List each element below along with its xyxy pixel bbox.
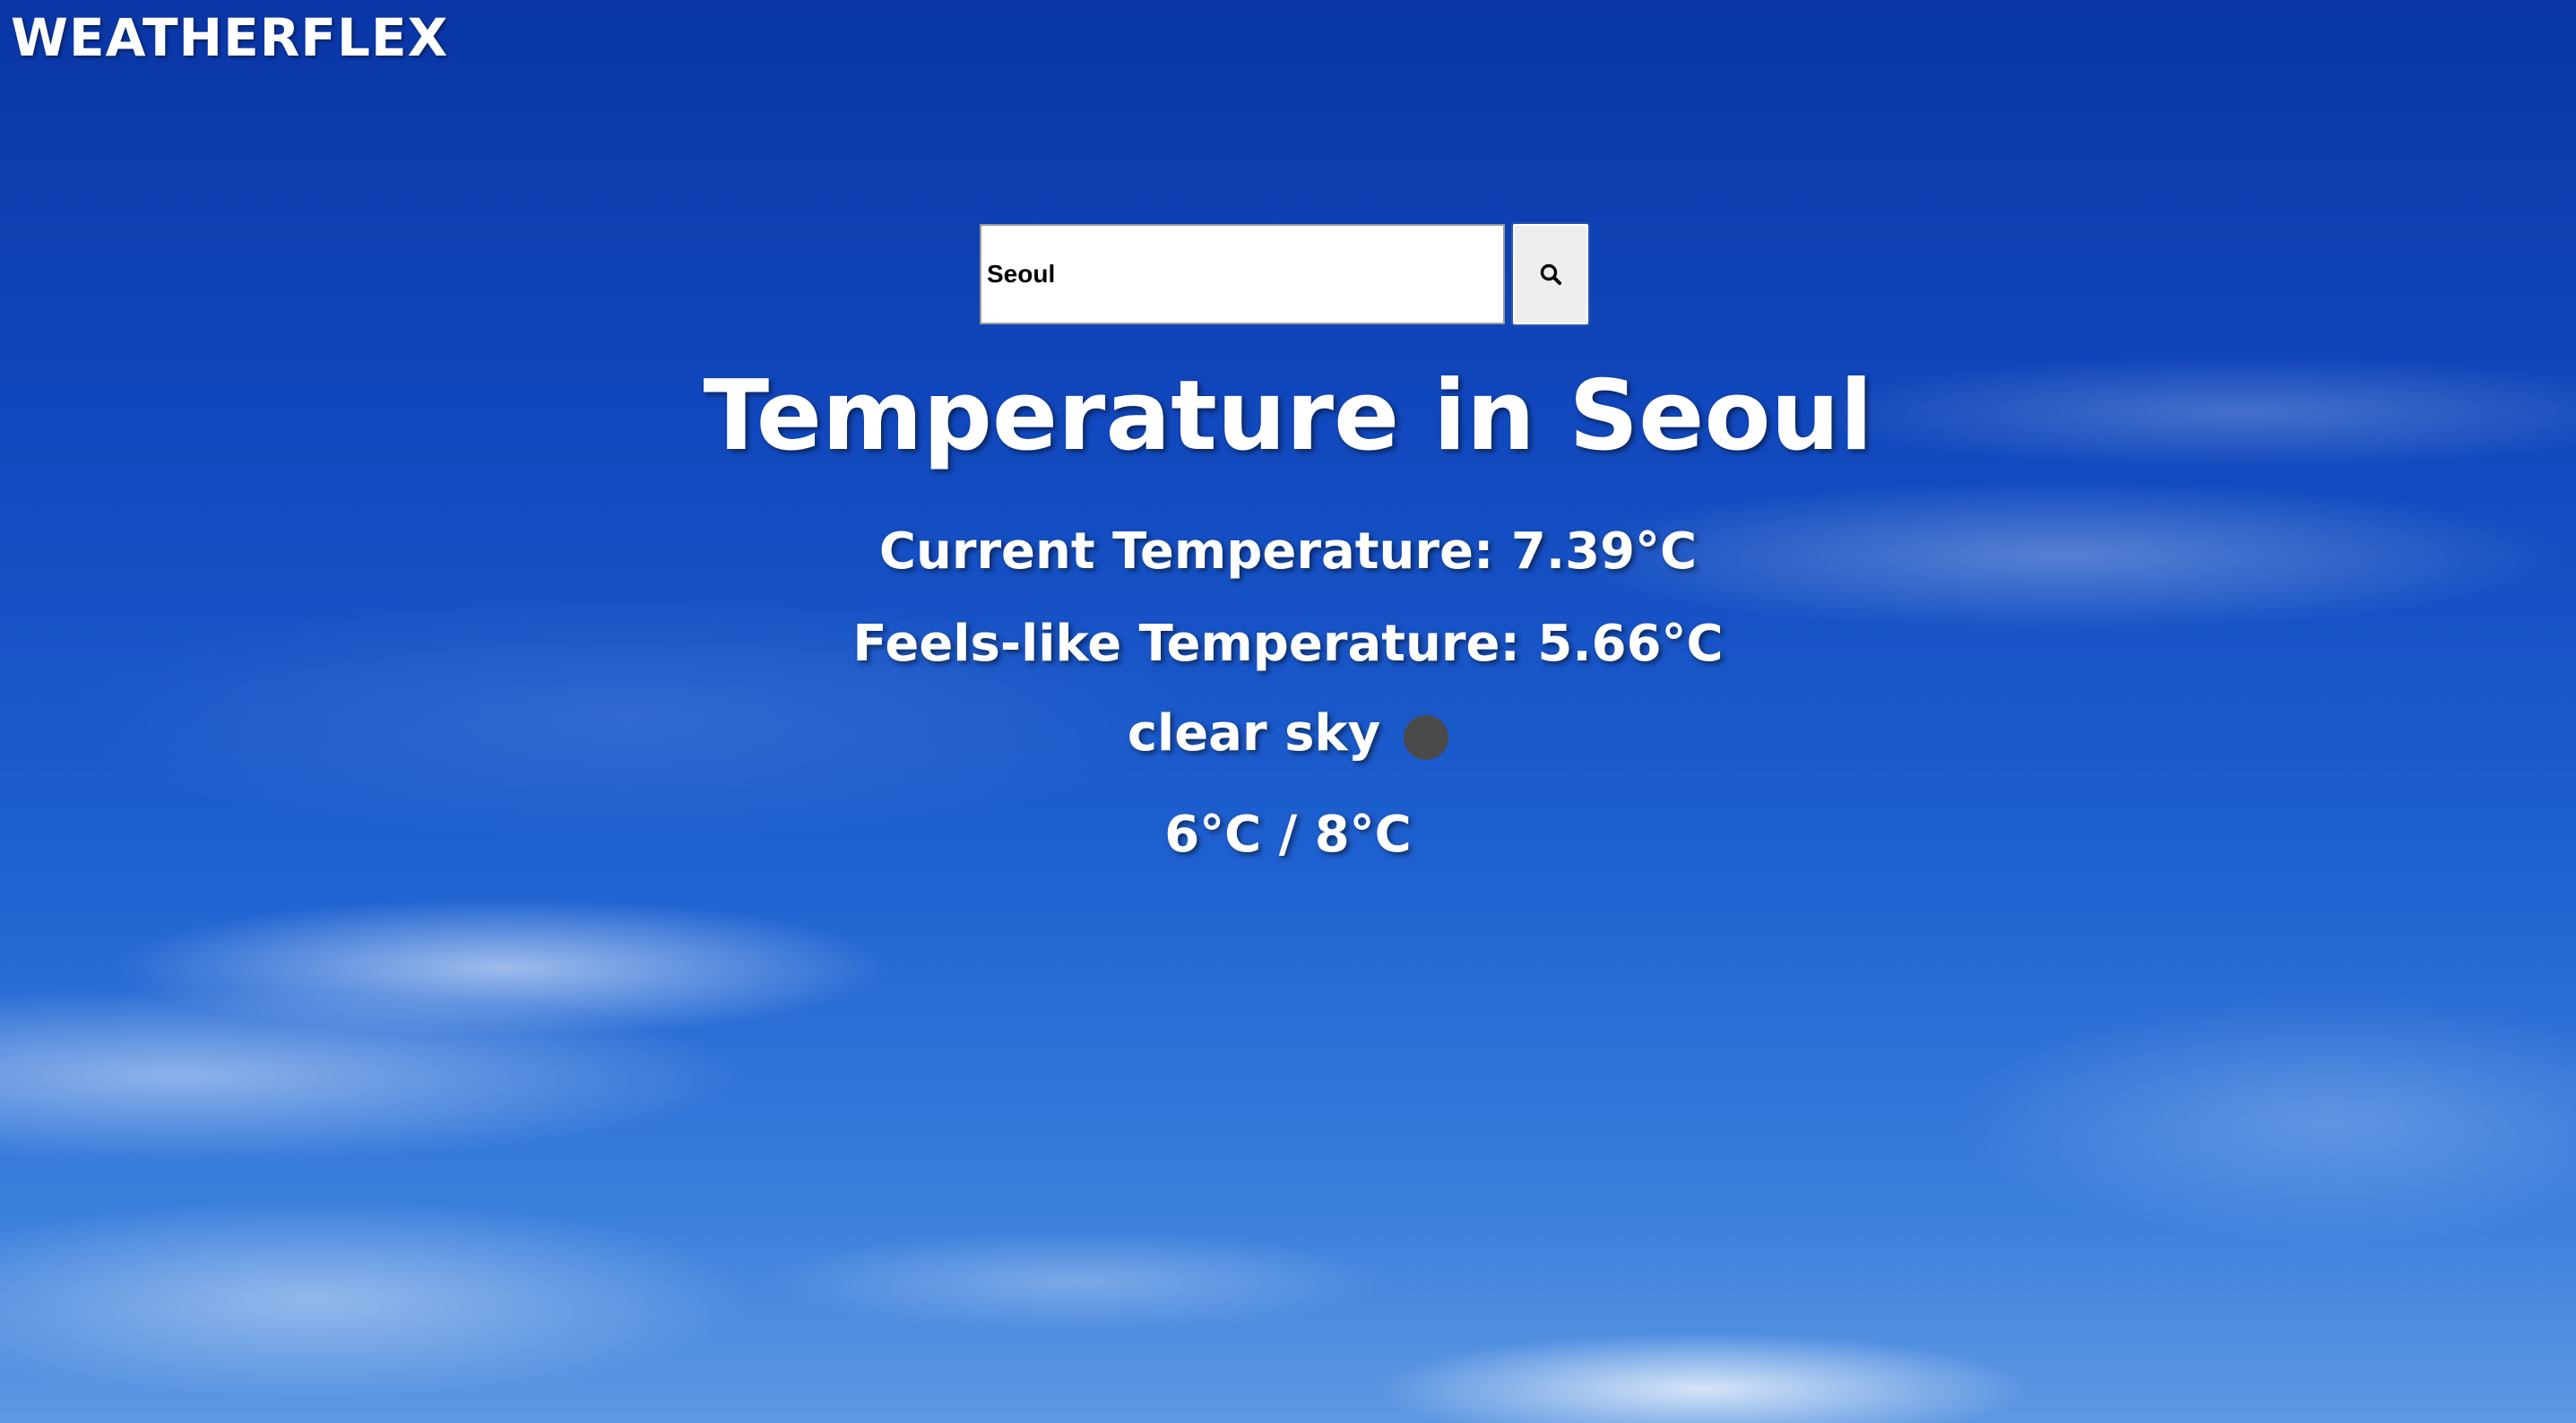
weather-description-row: clear sky	[0, 694, 2576, 774]
weather-condition-icon	[1404, 715, 1449, 760]
search-bar	[980, 222, 1590, 326]
current-temperature: Current Temperature: 7.39°C	[878, 522, 1698, 581]
weather-title: Temperature in Seoul	[703, 360, 1873, 472]
search-icon	[1540, 263, 1561, 285]
feels-like-temperature: Feels-like Temperature: 5.66°C	[852, 615, 1724, 673]
city-search-input[interactable]	[980, 224, 1505, 324]
min-max-temperature: 6°C / 8°C	[1164, 806, 1412, 864]
app-brand: WEATHERFLEX	[11, 7, 449, 68]
weather-panel: Temperature in Seoul Current Temperature…	[0, 349, 2576, 880]
weather-description: clear sky	[1127, 704, 1381, 763]
search-button[interactable]	[1511, 222, 1590, 326]
